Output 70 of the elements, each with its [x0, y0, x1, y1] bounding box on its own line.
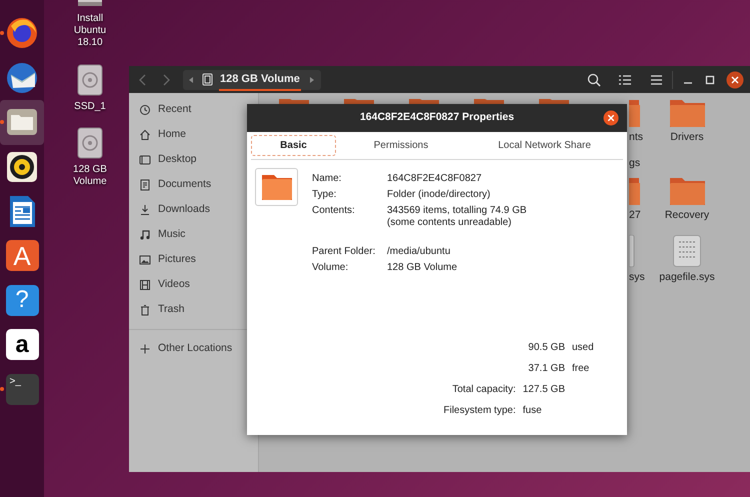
file-label[interactable]: sys: [629, 270, 645, 286]
desktop-icon-label[interactable]: Install Ubuntu 18.10: [64, 13, 116, 49]
usage-label: free: [572, 362, 590, 376]
file-label[interactable]: 27: [629, 208, 641, 224]
terminal-launcher[interactable]: >_: [6, 374, 38, 405]
sidebar-item[interactable]: Recent: [129, 97, 258, 122]
downloads-icon: [139, 204, 151, 216]
field-note: (some contents unreadable): [387, 217, 513, 229]
field-label: Type:: [312, 188, 338, 202]
file-label[interactable]: pagefile.sys: [659, 270, 715, 286]
sidebar-item[interactable]: Documents: [129, 172, 258, 197]
field-value: /media/ubuntu: [387, 246, 452, 258]
sidebar-item[interactable]: Downloads: [129, 197, 258, 222]
close-icon[interactable]: [726, 70, 744, 88]
dialog-title: 164C8F2E4C8F0827 Properties: [360, 110, 514, 126]
desktop-icon: [139, 154, 151, 166]
tab[interactable]: Basic: [251, 135, 336, 156]
close-icon[interactable]: [603, 110, 619, 126]
sidebar-item[interactable]: Other Locations: [129, 336, 258, 361]
amazon-launcher[interactable]: a: [6, 329, 38, 360]
field-label: Name:: [312, 172, 342, 186]
trash-icon: [139, 304, 151, 316]
envelope-icon[interactable]: [5, 60, 39, 95]
field-label: Total capacity:: [451, 383, 516, 397]
usage-amount: 90.5 GB: [527, 341, 565, 355]
chevron-icon: [163, 74, 170, 86]
tab[interactable]: Permissions: [336, 135, 466, 156]
field-value: 164C8F2E4C8F0827: [387, 173, 483, 185]
music-icon: [139, 228, 151, 240]
chevron-icon: [139, 74, 146, 86]
field-value: 127.5 GB: [522, 383, 565, 397]
field-value: 343569 items, totalling 74.9 GB: [387, 205, 527, 217]
videos-icon: [139, 278, 151, 290]
file-label[interactable]: Recovery: [664, 208, 710, 224]
field-value: Folder (inode/directory): [387, 189, 492, 201]
folder-icon: [260, 173, 294, 201]
file-label[interactable]: gs: [629, 156, 640, 172]
running-indicator: [0, 120, 4, 124]
field-label: Filesystem type:: [443, 404, 516, 418]
field-label: Parent Folder:: [312, 245, 376, 259]
store-launcher[interactable]: A: [6, 240, 38, 272]
sidebar-item[interactable]: Trash: [129, 297, 258, 322]
recent-icon: [139, 104, 151, 116]
pictures-icon: [139, 254, 151, 266]
file-label[interactable]: Drivers: [670, 130, 704, 146]
file-label[interactable]: nts: [629, 130, 644, 146]
path-bar[interactable]: 128 GB Volume: [183, 70, 321, 90]
usage-label: used: [572, 341, 595, 355]
field-label: Contents:: [312, 204, 356, 218]
firefox-icon[interactable]: [5, 16, 39, 50]
binary-file-icon[interactable]: [673, 235, 701, 267]
running-indicator: [0, 31, 4, 35]
desktop-icon-label[interactable]: 128 GB Volume: [64, 164, 116, 188]
speaker-icon[interactable]: [5, 150, 39, 184]
sidebar-item[interactable]: Music: [129, 222, 258, 247]
documents-icon: [139, 178, 151, 190]
search-icon[interactable]: [586, 72, 602, 88]
help-launcher[interactable]: ?: [6, 284, 38, 316]
field-value: 128 GB Volume: [387, 262, 458, 274]
sidebar-item[interactable]: Videos: [129, 272, 258, 297]
path-label[interactable]: 128 GB Volume: [219, 71, 301, 91]
sidebar-item[interactable]: Pictures: [129, 247, 258, 272]
field-value: fuse: [522, 404, 543, 418]
home-icon: [139, 128, 151, 140]
field-label: Volume:: [312, 261, 350, 275]
running-indicator: [0, 387, 4, 391]
drive-icon: [202, 73, 213, 86]
usage-amount: 37.1 GB: [527, 362, 565, 376]
tab[interactable]: Local Network Share: [466, 135, 623, 156]
desktop-icon-label[interactable]: SSD_1: [64, 101, 116, 113]
